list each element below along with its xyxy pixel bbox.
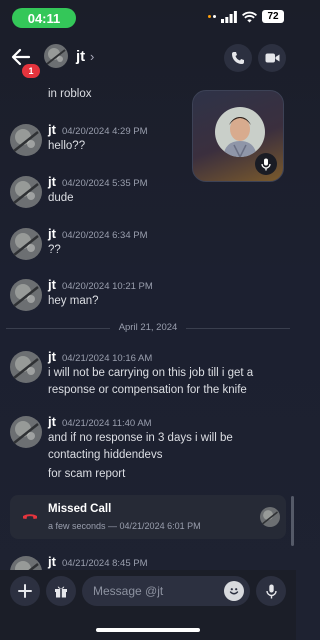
message-text: ?? <box>48 244 61 256</box>
avatar[interactable] <box>10 124 42 156</box>
chat-header: 1 jt › <box>0 40 296 78</box>
message-text: dude <box>48 192 74 204</box>
message-author[interactable]: jt <box>48 349 56 364</box>
voice-message-button[interactable] <box>256 576 286 606</box>
message-timestamp: 04/21/2024 10:16 AM <box>61 353 153 364</box>
voice-call-button[interactable] <box>224 44 252 72</box>
message-timestamp: 04/20/2024 6:34 PM <box>61 230 148 241</box>
missed-call-time: a few seconds — 04/21/2024 6:01 PM <box>48 521 201 531</box>
microphone-icon <box>261 158 271 170</box>
add-attachment-button[interactable] <box>10 576 40 606</box>
avatar[interactable] <box>260 507 280 527</box>
message-timestamp: 04/21/2024 11:40 AM <box>61 418 152 429</box>
status-icons: 72 <box>208 10 284 23</box>
message-author[interactable]: jt <box>48 226 56 241</box>
gift-icon <box>55 586 67 598</box>
message-author[interactable]: jt <box>48 554 56 569</box>
phone-hangup-icon <box>23 514 37 519</box>
missed-call-card[interactable]: Missed Call a few seconds — 04/21/2024 6… <box>10 495 286 539</box>
date-divider-label: April 21, 2024 <box>118 322 178 333</box>
chevron-right-icon[interactable]: › <box>90 49 94 64</box>
message-author[interactable]: jt <box>48 174 56 189</box>
message-text: for scam report <box>48 468 126 480</box>
missed-call-title: Missed Call <box>48 503 112 515</box>
avatar[interactable] <box>10 351 42 383</box>
message-timestamp: 04/20/2024 5:35 PM <box>61 178 148 189</box>
avatar[interactable] <box>10 556 42 570</box>
contact-name[interactable]: jt <box>76 48 85 65</box>
gift-button[interactable] <box>46 576 76 606</box>
battery-indicator: 72 <box>262 10 284 23</box>
message-timestamp: 04/20/2024 4:29 PM <box>61 126 148 137</box>
date-divider: April 21, 2024 <box>6 320 290 336</box>
message-author[interactable]: jt <box>48 122 56 137</box>
call-pip-window[interactable] <box>192 90 284 182</box>
avatar[interactable] <box>44 44 68 68</box>
avatar[interactable] <box>10 176 42 208</box>
cellular-signal-icon <box>221 10 237 23</box>
status-time: 04:11 <box>12 8 76 28</box>
message-author[interactable]: jt <box>48 277 56 292</box>
message-text: hey man? <box>48 295 99 307</box>
avatar[interactable] <box>10 279 42 311</box>
avatar <box>215 107 265 157</box>
video-call-button[interactable] <box>258 44 286 72</box>
avatar[interactable] <box>10 228 42 260</box>
pip-mic-button[interactable] <box>255 153 277 175</box>
video-camera-icon <box>265 53 279 63</box>
emoji-button[interactable] <box>224 581 244 601</box>
signal-dots-icon <box>208 15 216 18</box>
message-author[interactable]: jt <box>48 414 56 429</box>
plus-icon <box>18 584 32 598</box>
emoji-icon <box>229 588 239 595</box>
back-button[interactable]: 1 <box>10 46 40 78</box>
message-timestamp: 04/21/2024 8:45 PM <box>61 558 148 569</box>
message-timestamp: 04/20/2024 10:21 PM <box>61 281 153 292</box>
unread-badge: 1 <box>22 64 40 78</box>
microphone-icon <box>265 584 277 598</box>
avatar[interactable] <box>10 416 42 448</box>
message-text: i will not be carrying on this job till … <box>48 367 254 396</box>
phone-icon <box>232 52 244 64</box>
wifi-icon <box>242 11 257 22</box>
home-indicator[interactable] <box>96 628 200 632</box>
status-bar: 04:11 72 <box>0 0 296 36</box>
scrollbar[interactable] <box>291 496 294 546</box>
message-text: and if no response in 3 days i will be c… <box>48 432 233 461</box>
